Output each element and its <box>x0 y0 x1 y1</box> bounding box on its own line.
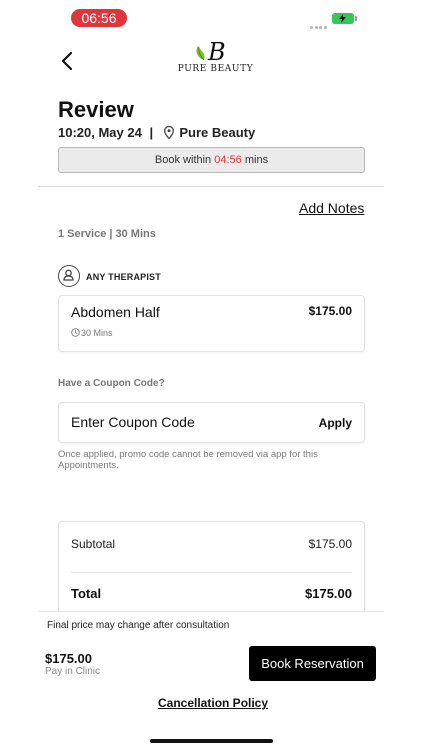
location-pin-icon <box>163 126 174 139</box>
payment-method: Pay in Clinic <box>45 666 101 677</box>
clock-icon <box>71 328 80 337</box>
subtotal-value: $175.00 <box>308 537 352 551</box>
status-time: 06:56 <box>71 9 127 27</box>
service-duration: 30 Mins <box>71 328 113 338</box>
service-price: $175.00 <box>308 304 352 318</box>
appointment-location: Pure Beauty <box>179 125 256 140</box>
back-button[interactable] <box>58 50 78 72</box>
appointment-info: 10:20, May 24 | Pure Beauty <box>58 125 255 140</box>
page-title: Review <box>58 97 134 122</box>
coupon-note: Once applied, promo code cannot be remov… <box>58 449 318 471</box>
booking-timer: Book within 04:56 mins <box>58 147 365 173</box>
coupon-question: Have a Coupon Code? <box>58 378 165 389</box>
timer-prefix: Book within <box>154 154 212 166</box>
home-indicator[interactable] <box>150 739 273 743</box>
timer-suffix: mins <box>244 154 269 166</box>
battery-icon <box>332 13 354 24</box>
coupon-input[interactable] <box>71 414 291 430</box>
apply-button[interactable]: Apply <box>319 416 352 430</box>
service-duration-text: 30 Mins <box>81 328 113 338</box>
coupon-card: Apply <box>58 402 365 443</box>
appointment-datetime: 10:20, May 24 <box>58 125 142 140</box>
service-name: Abdomen Half <box>71 304 160 320</box>
add-notes-link[interactable]: Add Notes <box>299 200 364 216</box>
brand-name: PURE BEAUTY <box>177 64 254 74</box>
summary-divider <box>71 572 352 573</box>
logo-letter: B <box>207 38 226 66</box>
footer-amount: $175.00 <box>45 651 92 666</box>
divider <box>38 186 384 187</box>
total-label: Total <box>71 586 102 601</box>
final-price-note: Final price may change after consultatio… <box>47 620 230 631</box>
brand-logo: B PURE BEAUTY <box>168 38 263 76</box>
timer-countdown: 04:56 <box>214 154 242 166</box>
therapist-label: ANY THERAPIST <box>86 272 161 282</box>
cancellation-policy-link[interactable]: Cancellation Policy <box>158 696 268 710</box>
service-card: Abdomen Half $175.00 30 Mins <box>58 295 365 352</box>
checkout-footer: Final price may change after consultatio… <box>38 611 384 751</box>
book-reservation-button[interactable]: Book Reservation <box>249 646 376 681</box>
total-value: $175.00 <box>305 586 352 601</box>
service-summary: 1 Service | 30 Mins <box>58 228 156 240</box>
battery-tip <box>355 16 357 21</box>
leaf-logo-icon: B <box>196 38 226 66</box>
person-icon <box>58 265 80 287</box>
signal-icon <box>310 19 328 37</box>
chevron-left-icon <box>61 51 73 71</box>
subtotal-label: Subtotal <box>71 537 116 551</box>
info-separator: | <box>149 125 154 140</box>
